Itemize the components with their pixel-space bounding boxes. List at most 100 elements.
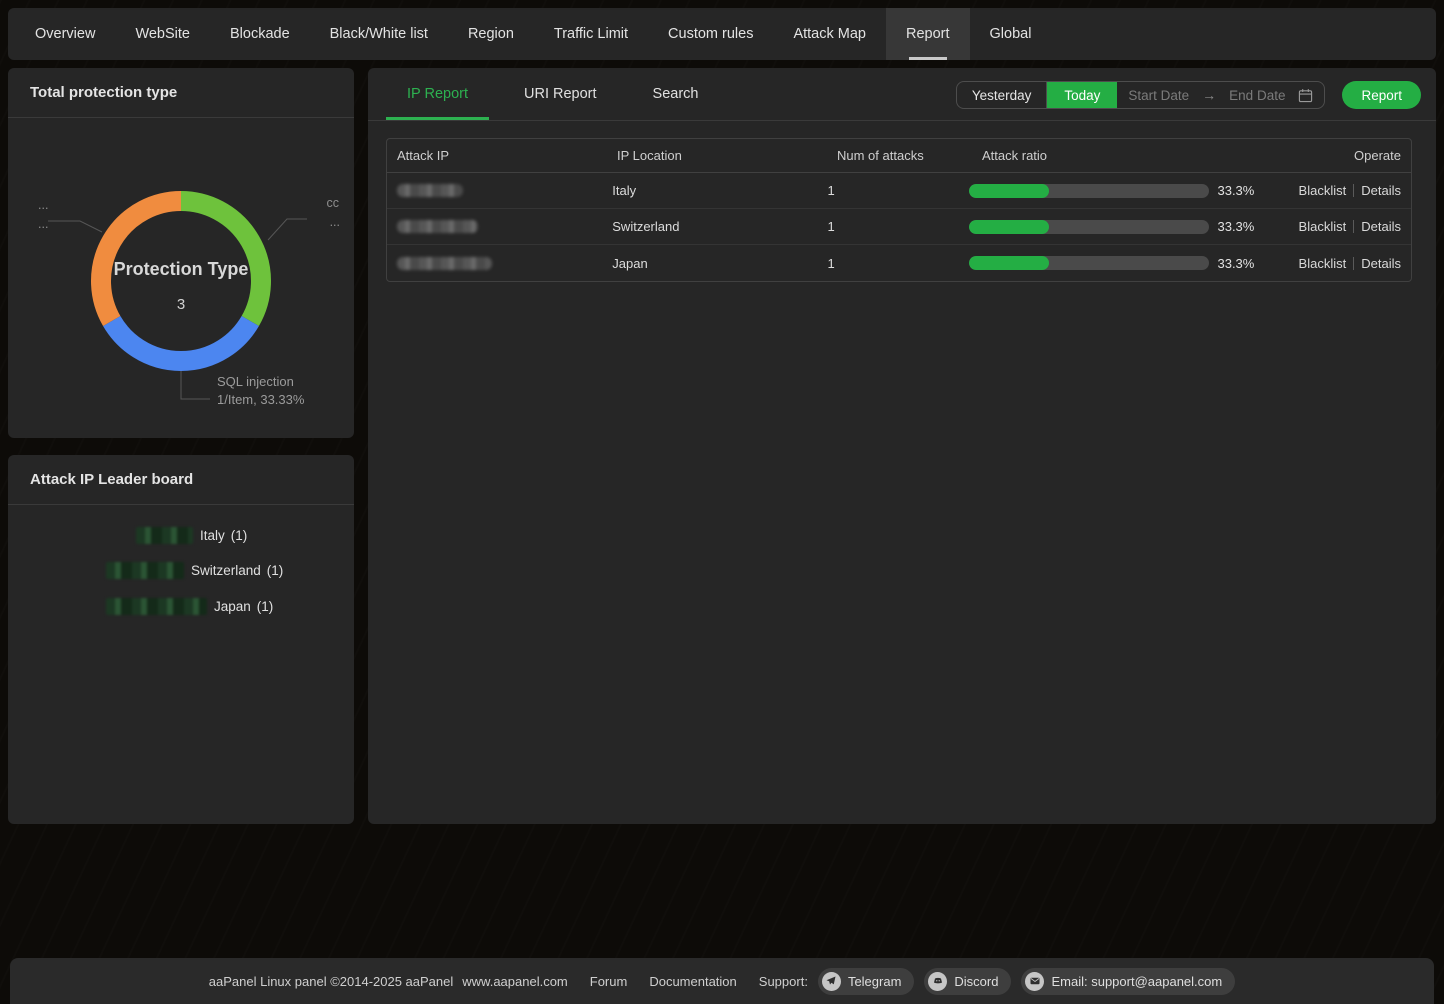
nav-item-traffic-limit[interactable]: Traffic Limit	[534, 8, 648, 60]
nav-item-report[interactable]: Report	[886, 8, 970, 60]
start-date-input[interactable]: Start Date	[1128, 88, 1189, 103]
panel-title: Total protection type	[8, 68, 354, 118]
discord-icon	[928, 972, 947, 991]
today-button[interactable]: Today	[1046, 82, 1117, 108]
header-num-of-attacks: Num of attacks	[827, 148, 972, 163]
leaderboard-row: Italy (1)	[136, 527, 247, 544]
nav-item-website[interactable]: WebSite	[115, 8, 210, 60]
details-link[interactable]: Details	[1361, 219, 1401, 234]
donut-center-value: 3	[8, 296, 354, 313]
attack-ratio-bar	[969, 184, 1209, 198]
report-panel: IP Report URI Report Search Yesterday To…	[368, 68, 1436, 824]
nav-item-attack-map[interactable]: Attack Map	[773, 8, 886, 60]
blacklist-link[interactable]: Blacklist	[1299, 219, 1347, 234]
footer-support-label: Support:	[759, 974, 808, 989]
top-nav: Overview WebSite Blockade Black/White li…	[8, 8, 1436, 60]
telegram-label: Telegram	[848, 974, 901, 989]
discord-button[interactable]: Discord	[924, 968, 1011, 995]
table-row: Italy 1 33.3% Blacklist Details	[387, 173, 1411, 209]
nav-item-black-white-list[interactable]: Black/White list	[310, 8, 448, 60]
nav-item-custom-rules[interactable]: Custom rules	[648, 8, 773, 60]
cell-operate: Blacklist Details	[1254, 183, 1411, 198]
country-name: Switzerland	[191, 563, 261, 578]
nav-item-global[interactable]: Global	[970, 8, 1052, 60]
cell-ip-location: Italy	[602, 183, 817, 198]
nav-label: WebSite	[135, 26, 190, 42]
table-header-row: Attack IP IP Location Num of attacks Att…	[387, 139, 1411, 173]
tab-label: Search	[653, 86, 699, 102]
donut-center-title: Protection Type	[8, 259, 354, 280]
attack-ip-leaderboard-panel: Attack IP Leader board Italy (1) Switzer…	[8, 455, 354, 824]
cell-attack-ip	[387, 257, 602, 270]
nav-label: Global	[990, 26, 1032, 42]
attack-report-table: Attack IP IP Location Num of attacks Att…	[386, 138, 1412, 282]
details-link[interactable]: Details	[1361, 256, 1401, 271]
redacted-ip-bar	[106, 562, 184, 579]
nav-label: Black/White list	[330, 26, 428, 42]
footer-copyright: aaPanel Linux panel ©2014-2025 aaPanel	[209, 974, 454, 989]
leaderboard-label: Italy (1)	[200, 528, 247, 543]
action-divider	[1353, 220, 1354, 233]
cell-attack-ratio: 33.3%	[959, 219, 1254, 234]
nav-item-overview[interactable]: Overview	[15, 8, 115, 60]
attack-ratio-fill	[969, 256, 1049, 270]
cell-attack-ratio: 33.3%	[959, 256, 1254, 271]
attack-ratio-percent: 33.3%	[1217, 256, 1254, 271]
nav-label: Traffic Limit	[554, 26, 628, 42]
redacted-ip	[397, 220, 478, 233]
attack-ratio-bar	[969, 220, 1209, 234]
cell-operate: Blacklist Details	[1254, 256, 1411, 271]
leaderboard-label: Switzerland (1)	[191, 563, 283, 578]
tab-search[interactable]: Search	[632, 68, 720, 120]
attack-count: (1)	[267, 563, 284, 578]
country-name: Japan	[214, 599, 251, 614]
footer-documentation-link[interactable]: Documentation	[649, 974, 736, 989]
table-row: Switzerland 1 33.3% Blacklist Details	[387, 209, 1411, 245]
panel-title: Attack IP Leader board	[8, 455, 354, 505]
blacklist-link[interactable]: Blacklist	[1299, 256, 1347, 271]
attack-ratio-fill	[969, 220, 1049, 234]
blacklist-link[interactable]: Blacklist	[1299, 183, 1347, 198]
tab-uri-report[interactable]: URI Report	[503, 68, 618, 120]
attack-count: (1)	[257, 599, 274, 614]
total-protection-type-panel: Total protection type ... ... cc ... SQL…	[8, 68, 354, 438]
tab-ip-report[interactable]: IP Report	[386, 68, 489, 120]
attack-ratio-fill	[969, 184, 1049, 198]
nav-item-blockade[interactable]: Blockade	[210, 8, 310, 60]
end-date-input[interactable]: End Date	[1229, 88, 1285, 103]
attack-ratio-percent: 33.3%	[1217, 219, 1254, 234]
donut-label-right-value: ...	[330, 215, 340, 229]
date-range-picker[interactable]: Start Date → End Date	[1117, 82, 1324, 108]
calendar-icon[interactable]	[1298, 88, 1313, 103]
email-label: Email: support@aapanel.com	[1051, 974, 1222, 989]
action-divider	[1353, 184, 1354, 197]
donut-label-bottom-name: SQL injection	[217, 375, 294, 389]
cell-attack-ip	[387, 184, 602, 197]
leaderboard-row: Japan (1)	[106, 598, 273, 615]
donut-label-bottom-value: 1/Item, 33.33%	[217, 393, 304, 407]
nav-item-region[interactable]: Region	[448, 8, 534, 60]
donut-label-right-name: cc	[327, 196, 340, 210]
telegram-icon	[822, 972, 841, 991]
report-header: IP Report URI Report Search Yesterday To…	[368, 68, 1436, 121]
generate-report-button[interactable]: Report	[1342, 81, 1421, 109]
date-range-arrow-icon: →	[1202, 87, 1216, 103]
nav-label: Blockade	[230, 26, 290, 42]
footer-site-link[interactable]: www.aapanel.com	[462, 974, 568, 989]
cell-num-attacks: 1	[818, 183, 960, 198]
yesterday-button[interactable]: Yesterday	[957, 82, 1047, 108]
active-tab-underline	[909, 57, 947, 60]
redacted-ip	[397, 184, 463, 197]
email-button[interactable]: Email: support@aapanel.com	[1021, 968, 1235, 995]
footer-forum-link[interactable]: Forum	[590, 974, 628, 989]
tab-label: IP Report	[407, 86, 468, 102]
telegram-button[interactable]: Telegram	[818, 968, 914, 995]
table-row: Japan 1 33.3% Blacklist Details	[387, 245, 1411, 281]
cell-attack-ip	[387, 220, 602, 233]
cell-num-attacks: 1	[818, 256, 960, 271]
footer: aaPanel Linux panel ©2014-2025 aaPanel w…	[10, 958, 1434, 1004]
cell-attack-ratio: 33.3%	[959, 183, 1254, 198]
date-filter-group: Yesterday Today Start Date → End Date	[956, 81, 1326, 109]
details-link[interactable]: Details	[1361, 183, 1401, 198]
header-attack-ratio: Attack ratio	[972, 148, 1251, 163]
